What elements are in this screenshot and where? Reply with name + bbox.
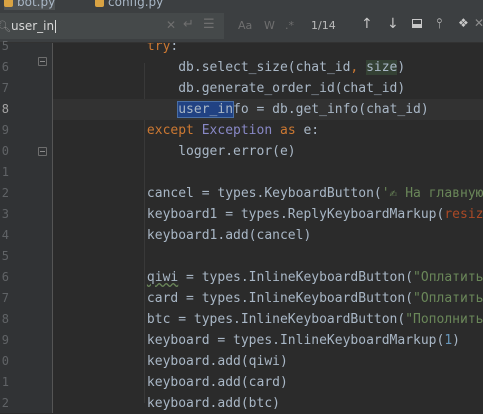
- close-find-icon[interactable]: ✕: [474, 16, 483, 30]
- match-case-toggle[interactable]: Aa: [238, 19, 252, 32]
- line-number: 6: [1, 270, 9, 284]
- find-bar: 🔍︎ user_in ✕ ↵ ☰ Aa W .* 1/14 ↑ ↓ ⫯ ❖ ✕: [0, 10, 483, 43]
- code-line: keyboard.add(btc): [146, 396, 280, 411]
- new-line-icon[interactable]: ↵: [183, 17, 194, 32]
- line-number: 5: [1, 39, 9, 53]
- line-number: 9: [1, 333, 9, 347]
- whole-words-toggle[interactable]: W: [264, 19, 275, 32]
- line-number: 4: [1, 228, 9, 242]
- regex-toggle[interactable]: .*: [285, 19, 294, 32]
- search-query: user_in: [11, 19, 55, 33]
- code-line: keyboard.add(card): [146, 375, 288, 390]
- tab-config-py[interactable]: config.py: [95, 0, 163, 10]
- python-file-icon: [4, 0, 13, 7]
- code-line: btc = types.InlineKeyboardButton("Пополн…: [146, 312, 483, 327]
- line-number: 2: [1, 186, 9, 200]
- search-input[interactable]: 🔍︎ user_in ✕ ↵ ☰: [0, 13, 224, 39]
- code-line: try:: [146, 43, 179, 54]
- fold-marker-icon[interactable]: [38, 147, 47, 156]
- code-line: except Exception as e:: [146, 123, 320, 138]
- search-icon: 🔍︎: [0, 20, 11, 33]
- line-number-current: 8: [1, 102, 9, 116]
- code-line: keyboard1 = types.ReplyKeyboardMarkup(re…: [146, 207, 483, 222]
- code-line: logger.error(e): [178, 144, 296, 159]
- tab-bot-py[interactable]: bot.py: [4, 0, 56, 10]
- line-number: 1: [1, 375, 9, 389]
- line-number: 0: [1, 354, 9, 368]
- filter-icon[interactable]: ⫯: [436, 16, 442, 32]
- line-number: 8: [1, 312, 9, 326]
- python-file-icon: [95, 0, 104, 7]
- editor-tab-bar: bot.py config.py: [0, 0, 483, 10]
- line-number: 3: [1, 207, 9, 221]
- line-number: 2: [1, 396, 9, 410]
- code-line: qiwi = types.InlineKeyboardButton("Оплат…: [146, 270, 483, 285]
- code-line: db.select_size(chat_id, size): [178, 60, 406, 75]
- clear-search-icon[interactable]: ✕: [166, 18, 176, 32]
- line-number: 7: [1, 81, 9, 95]
- code-line: cancel = types.KeyboardButton('✍ На глав…: [146, 186, 483, 201]
- code-line: card = types.InlineKeyboardButton("Оплат…: [146, 291, 483, 306]
- next-occurrence-icon[interactable]: ↓: [387, 16, 399, 32]
- line-number: 1: [1, 165, 9, 179]
- line-number: 7: [1, 291, 9, 305]
- code-line: keyboard = types.InlineKeyboardMarkup(1): [146, 333, 460, 348]
- match-count: 1/14: [311, 19, 336, 32]
- search-match-highlight: user_in: [177, 101, 235, 118]
- search-history-icon[interactable]: ☰: [203, 17, 215, 32]
- code-line-current: user_info = db.get_info(chat_id): [53, 99, 483, 120]
- select-all-occurrences-icon[interactable]: [412, 16, 422, 32]
- line-number: 9: [1, 123, 9, 137]
- line-number: 5: [1, 249, 9, 263]
- line-number: 0: [1, 144, 9, 158]
- line-number-gutter: 5 6 7 8 9 0 1 2 3 4 5 6 7 8 9 0 1 2: [0, 39, 53, 413]
- previous-occurrence-icon[interactable]: ↑: [361, 16, 373, 32]
- code-editor[interactable]: try: db.select_size(chat_id, size) db.ge…: [53, 43, 483, 413]
- code-line: db.generate_order_id(chat_id): [178, 81, 406, 96]
- code-line: keyboard1.add(cancel): [146, 228, 312, 243]
- line-number: 6: [1, 60, 9, 74]
- more-options-icon[interactable]: ❖: [458, 16, 469, 30]
- text-caret: [55, 20, 57, 33]
- code-line: keyboard.add(qiwi): [146, 354, 288, 369]
- fold-marker-icon[interactable]: [38, 57, 47, 66]
